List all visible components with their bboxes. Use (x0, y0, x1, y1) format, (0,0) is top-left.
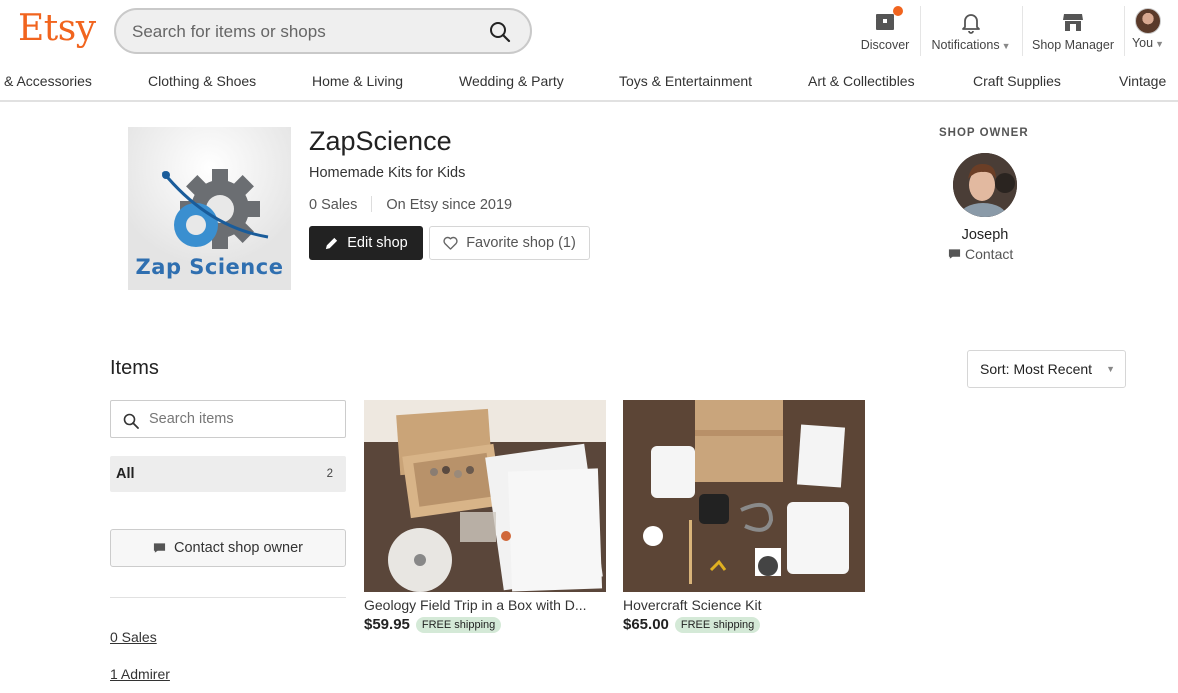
search-icon (490, 22, 511, 43)
listing-image[interactable] (364, 400, 606, 592)
notification-dot (893, 6, 903, 16)
owner-contact-label: Contact (965, 246, 1014, 262)
sales-link[interactable]: 0 Sales (110, 629, 157, 645)
shop-logo-text: Zap Science (135, 255, 284, 279)
nav-divider (920, 6, 921, 56)
favorite-shop-label: Favorite shop (1) (466, 235, 576, 251)
treasure-chest-icon (873, 6, 903, 34)
nav-discover-label: Discover (860, 38, 910, 52)
nav-discover[interactable]: Discover (855, 4, 915, 58)
free-shipping-badge: FREE shipping (415, 616, 502, 633)
shop-name: ZapScience (309, 126, 452, 156)
owner-name: Joseph (961, 227, 1009, 243)
free-shipping-badge: FREE shipping (674, 616, 761, 633)
chevron-down-icon: ▼ (1106, 364, 1115, 374)
nav-shop-manager-label: Shop Manager (1031, 38, 1114, 52)
search-items-input[interactable] (149, 410, 339, 428)
listing-price: $59.95 (364, 616, 410, 633)
listing-price: $65.00 (623, 616, 669, 633)
nav-divider (1124, 6, 1125, 56)
search-input[interactable] (132, 21, 472, 43)
nav-shop-manager[interactable]: Shop Manager (1028, 4, 1118, 58)
nav-divider (1022, 6, 1023, 56)
listing-card[interactable]: Hovercraft Science Kit $65.00 FREE shipp… (623, 400, 865, 633)
chevron-down-icon: ▼ (1155, 39, 1164, 49)
listing-image[interactable] (623, 400, 865, 592)
pencil-icon (326, 237, 338, 249)
category-nav: & Accessories Clothing & Shoes Home & Li… (0, 62, 1178, 102)
sidebar-divider (110, 597, 346, 598)
items-heading: Items (110, 357, 159, 379)
favorite-shop-button[interactable]: Favorite shop (1) (429, 226, 590, 260)
chevron-down-icon: ▼ (1001, 41, 1011, 51)
listing-card[interactable]: Geology Field Trip in a Box with D... $5… (364, 400, 606, 633)
listing-price-row: $65.00 FREE shipping (623, 616, 865, 633)
nav-you-label: You (1131, 36, 1154, 50)
owner-avatar[interactable] (953, 153, 1017, 217)
meta-divider (371, 196, 373, 212)
listing-title[interactable]: Hovercraft Science Kit (623, 597, 863, 613)
category-link[interactable]: Art & Collectibles (808, 73, 915, 89)
shop-sales: 0 Sales (309, 197, 358, 213)
search-icon (123, 413, 139, 429)
message-icon (153, 543, 166, 553)
owner-contact-link[interactable]: Contact (948, 246, 1013, 262)
category-link[interactable]: & Accessories (4, 73, 92, 89)
edit-shop-label: Edit shop (347, 235, 408, 251)
site-header: Etsy Discover Notific (0, 0, 1178, 62)
listing-price-row: $59.95 FREE shipping (364, 616, 606, 633)
section-item-all[interactable]: All 2 (110, 456, 346, 492)
section-label: All (116, 466, 135, 482)
admirers-link[interactable]: 1 Admirer (110, 666, 170, 682)
category-link[interactable]: Vintage (1119, 73, 1166, 89)
etsy-logo[interactable]: Etsy (18, 8, 96, 49)
category-link[interactable]: Craft Supplies (973, 73, 1061, 89)
listing-title[interactable]: Geology Field Trip in a Box with D... (364, 597, 604, 613)
item-search (110, 400, 346, 438)
sort-dropdown[interactable]: Sort: Most Recent ▼ (967, 350, 1126, 388)
message-icon (948, 249, 961, 259)
edit-shop-button[interactable]: Edit shop (309, 226, 423, 260)
avatar (1135, 8, 1161, 34)
nav-notifications[interactable]: Notifications ▼ (926, 4, 1016, 58)
bell-icon (959, 10, 983, 34)
category-link[interactable]: Toys & Entertainment (619, 73, 752, 89)
shop-logo: Zap Science (128, 127, 291, 290)
contact-shop-owner-button[interactable]: Contact shop owner (110, 529, 346, 567)
site-search (114, 8, 532, 54)
sort-label: Sort: Most Recent (980, 361, 1093, 377)
section-count: 2 (326, 468, 333, 480)
shop-meta: 0 Sales On Etsy since 2019 (309, 196, 512, 213)
shop-tagline: Homemade Kits for Kids (309, 165, 466, 181)
shop-since: On Etsy since 2019 (386, 197, 513, 213)
heart-icon (443, 236, 458, 250)
contact-shop-owner-label: Contact shop owner (174, 540, 303, 556)
shop-owner-heading: SHOP OWNER (939, 127, 1029, 139)
nav-you[interactable]: You ▼ (1128, 4, 1168, 58)
search-button[interactable] (488, 20, 512, 44)
category-link[interactable]: Wedding & Party (459, 73, 564, 89)
category-link[interactable]: Home & Living (312, 73, 403, 89)
nav-notifications-label: Notifications (931, 38, 1000, 52)
shop-icon (1061, 10, 1085, 34)
category-link[interactable]: Clothing & Shoes (148, 73, 256, 89)
